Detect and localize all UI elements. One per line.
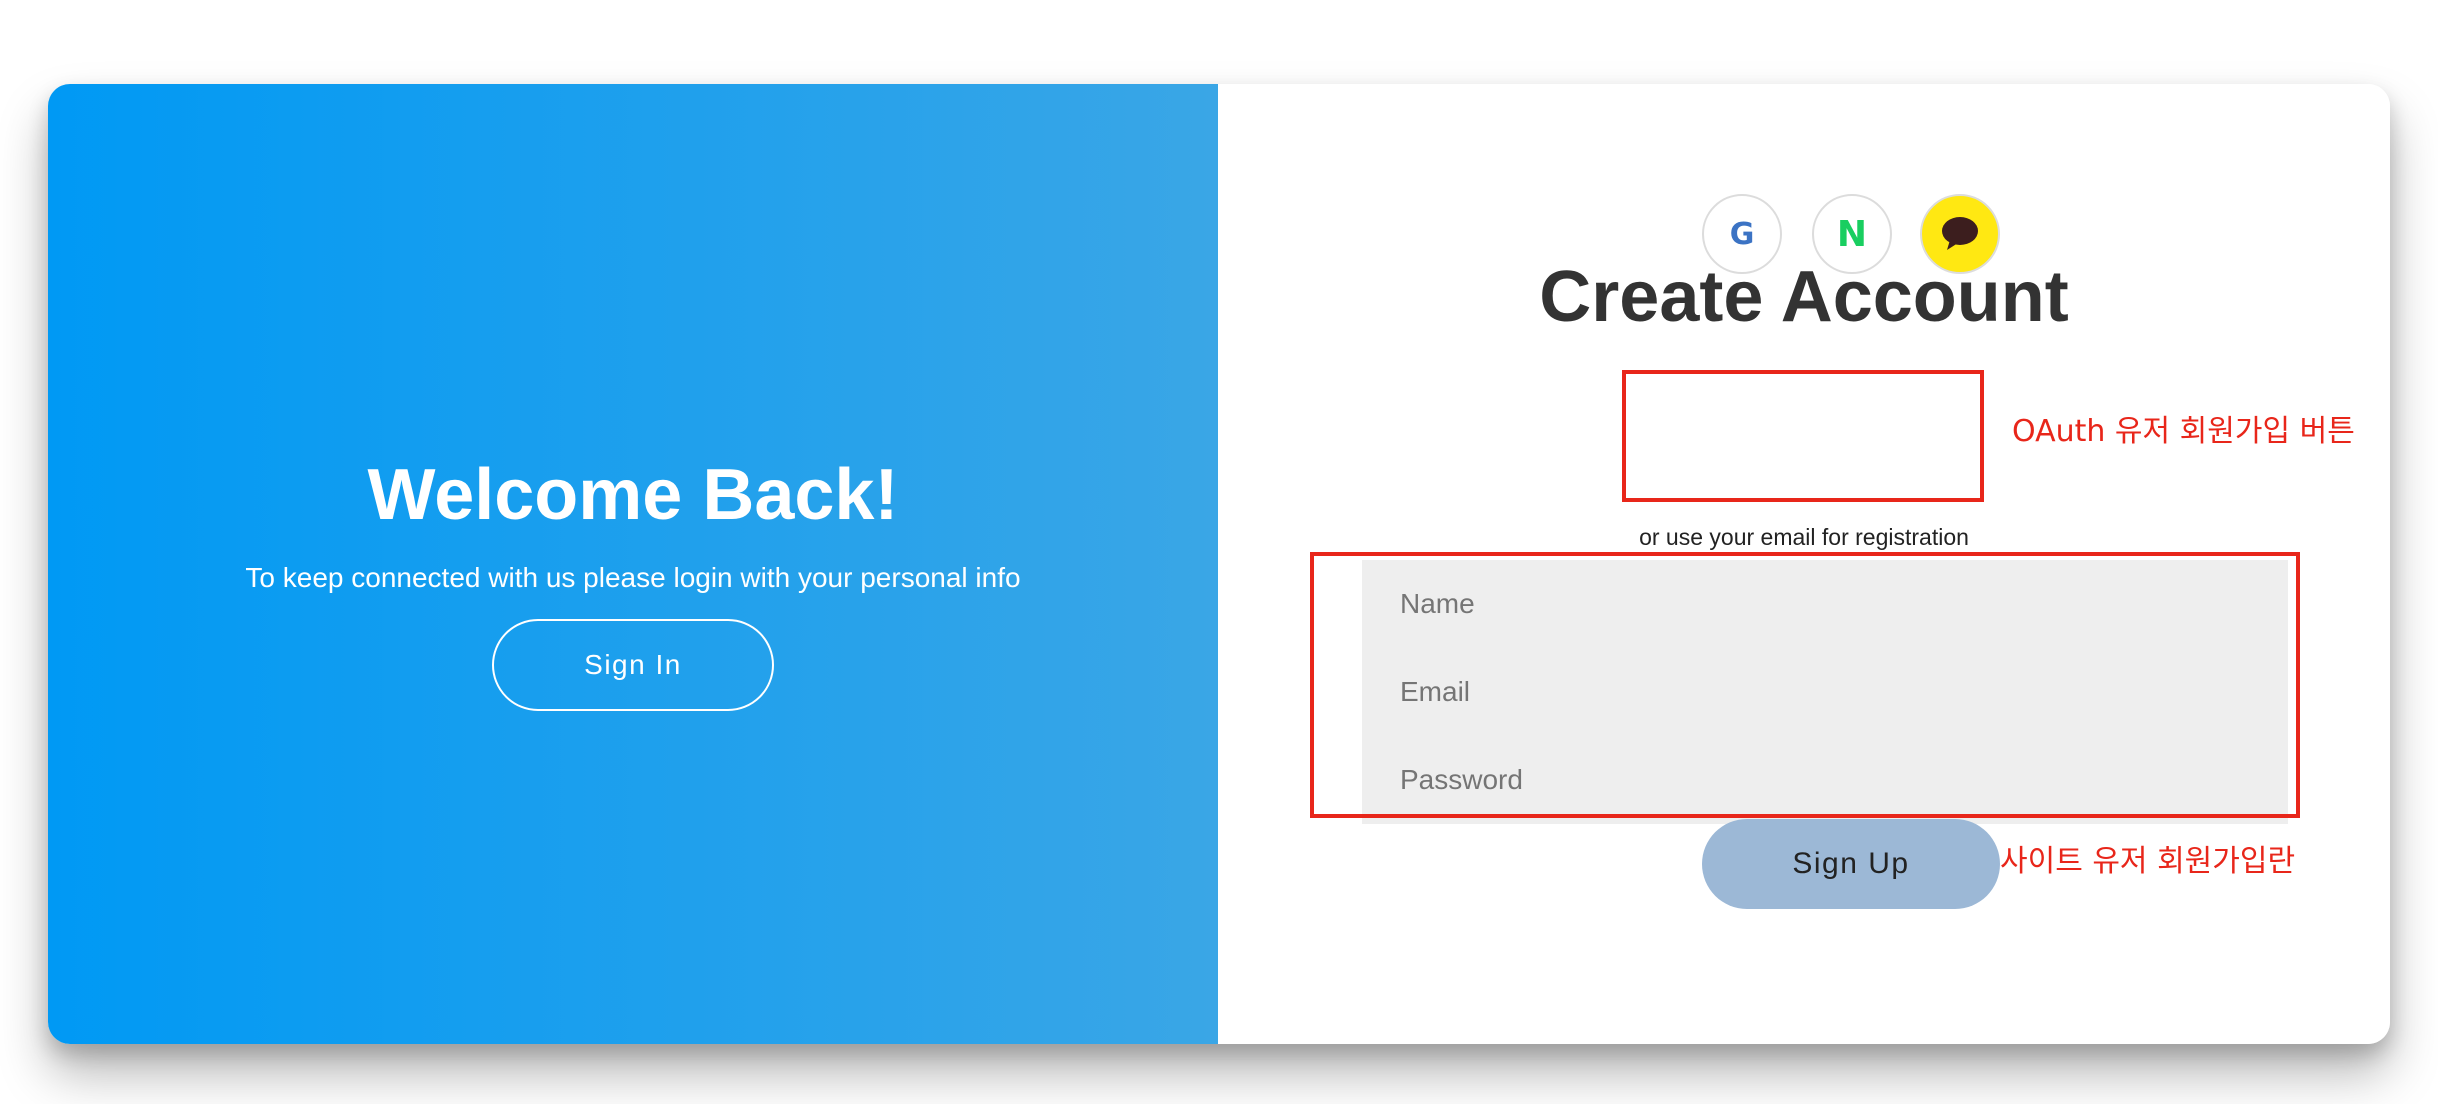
welcome-title: Welcome Back! bbox=[367, 455, 899, 535]
create-account-title: Create Account bbox=[1539, 257, 2069, 337]
kakao-speech-bubble-icon bbox=[1942, 217, 1978, 250]
naver-icon: N bbox=[1836, 213, 1868, 255]
oauth-annotation-box bbox=[1622, 370, 1984, 502]
welcome-text: To keep connected with us please login w… bbox=[245, 562, 1021, 593]
sign-in-button[interactable]: Sign In bbox=[492, 619, 774, 711]
site-signup-annotation-box bbox=[1310, 552, 2300, 818]
welcome-panel: Welcome Back! To keep connected with us … bbox=[48, 84, 1218, 1044]
google-icon: G bbox=[1729, 216, 1755, 252]
registration-hint: or use your email for registration bbox=[1639, 524, 1969, 550]
site-signup-annotation-label: 사이트 유저 회원가입란 bbox=[2000, 844, 2296, 879]
sign-up-button[interactable]: Sign Up bbox=[1702, 819, 2000, 909]
google-signup-button[interactable]: G bbox=[1702, 194, 1782, 274]
oauth-annotation-label: OAuth 유저 회원가입 버튼 bbox=[2012, 414, 2355, 449]
kakao-signup-button[interactable] bbox=[1920, 194, 2000, 274]
naver-signup-button[interactable]: N bbox=[1812, 194, 1892, 274]
